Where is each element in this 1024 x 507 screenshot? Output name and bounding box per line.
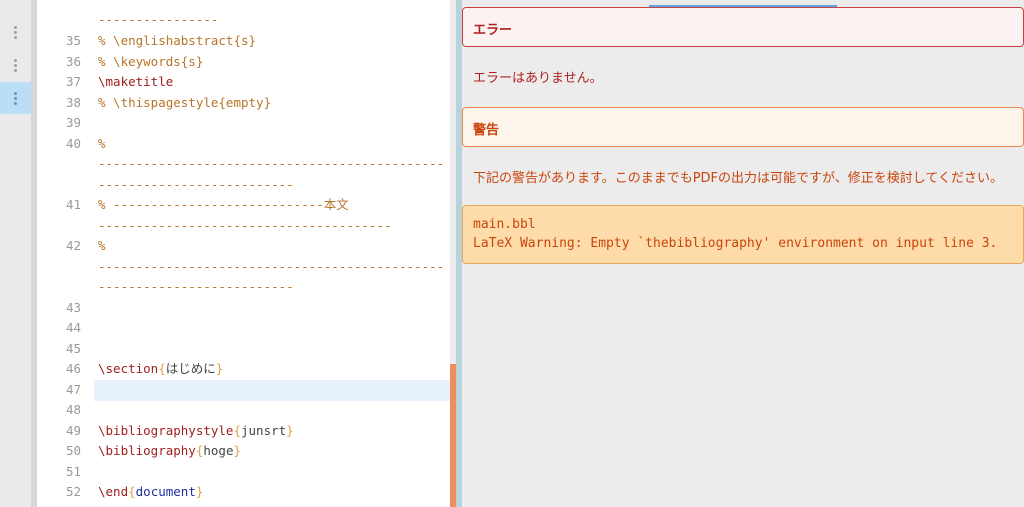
drag-dots-icon [14,58,17,72]
latex-argument: はじめに [165,361,216,376]
code-line: % \keywords{s} [98,54,204,69]
latex-command: \end [98,484,129,499]
line-number: 35 [65,33,81,48]
line-number: 49 [65,423,81,438]
code-line: % \thispagestyle{empty} [98,95,272,110]
line-number: 37 [65,74,81,89]
line-number: 47 [65,382,81,397]
line-number: 45 [65,341,81,356]
line-number: 43 [65,300,81,315]
line-number: 50 [65,443,81,458]
code-line: % ----------------------------本文 [98,197,349,212]
code-line-wrap: -------------------------- [98,177,294,192]
line-number: 41 [65,197,81,212]
drag-dots-icon [14,91,17,105]
brace-close: } [233,443,242,458]
code-line-fragment: ---------------- [98,12,219,27]
brace-close: } [195,484,204,499]
line-number: 44 [65,320,81,335]
line-number: 48 [65,402,81,417]
code-line: % [98,238,106,253]
line-number: 42 [65,238,81,253]
code-line-wrap: ----------------------------------------… [98,156,445,171]
latex-argument: junsrt [241,423,287,438]
code-line: \end{document} [98,482,203,503]
brace-close: } [215,361,224,376]
code-line: \bibliographystyle{junsrt} [98,421,294,442]
brace-open: { [128,484,136,499]
line-number: 36 [65,54,81,69]
brace-close: } [286,423,294,438]
line-number: 51 [65,464,81,479]
line-number: 40 [65,136,81,151]
latex-argument: hoge [203,443,234,458]
code-line: \maketitle [98,74,174,89]
line-number: 46 [65,361,81,376]
code-line: % \englishabstract{s} [98,33,257,48]
code-line-wrap: -------------------------- [98,279,294,294]
rail-handle-3[interactable] [0,82,31,114]
code-line: \bibliography{hoge} [98,441,241,462]
warning-text: LaTeX Warning: Empty `thebibliography' e… [473,236,998,251]
line-number: 39 [65,115,81,130]
warning-item[interactable]: main.bbl LaTeX Warning: Empty `thebibliog… [462,205,1024,264]
latex-command: \section [98,361,159,376]
rail-handle-1[interactable] [0,16,31,48]
rail-handle-2[interactable] [0,49,31,81]
latex-command: \bibliography [98,443,196,458]
left-rail [0,0,31,507]
code-editor[interactable]: ---------------- 35 % \englishabstract{s… [37,0,450,507]
drag-dots-icon [14,25,17,39]
latex-argument: document [135,484,196,499]
brace-open: { [233,423,241,438]
log-pane: エラー エラーはありません。 警告 下記の警告があります。このままでもPDFの出… [462,0,1024,507]
warnings-message: 下記の警告があります。このままでもPDFの出力は可能ですが、修正を検討してくださ… [473,171,1003,186]
errors-message: エラーはありません。 [473,71,603,86]
warning-file: main.bbl [473,217,536,232]
code-line-wrap: --------------------------------------- [98,218,392,233]
errors-header: エラー [462,7,1024,47]
line-number: 38 [65,95,81,110]
code-line: % [98,136,106,151]
code-line-wrap: ----------------------------------------… [98,259,445,274]
code-line: \section{はじめに} [98,359,223,380]
warnings-header: 警告 [462,107,1024,147]
current-line-highlight [94,380,450,401]
brace-open: { [158,361,166,376]
latex-command: \bibliographystyle [98,423,234,438]
line-number: 52 [65,484,81,499]
